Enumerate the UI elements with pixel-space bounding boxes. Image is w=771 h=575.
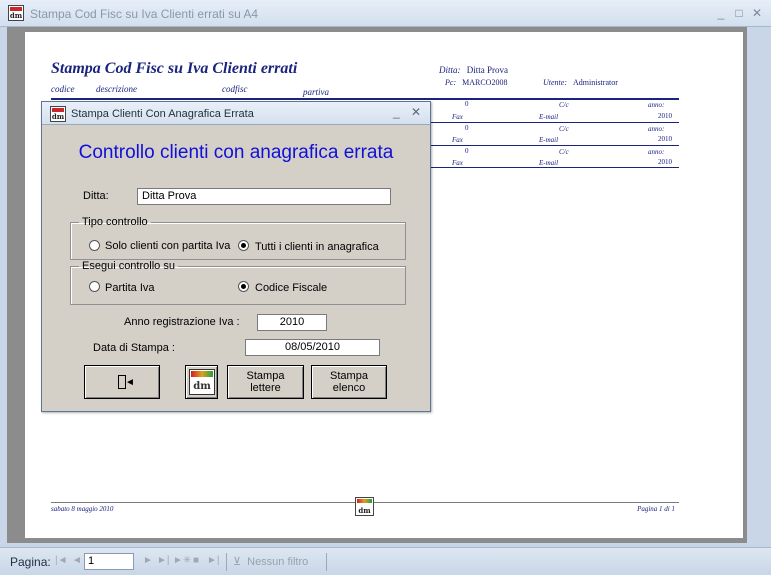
- maximize-button[interactable]: □: [730, 4, 748, 22]
- row-fax: Fax: [452, 136, 463, 144]
- header-divider: [51, 98, 679, 100]
- data-stampa-label: Data di Stampa :: [93, 342, 175, 354]
- column-header-codfisc: codfisc: [222, 84, 248, 94]
- end-button[interactable]: ►|: [207, 555, 220, 566]
- data-stampa-field[interactable]: 08/05/2010: [245, 339, 380, 356]
- dialog-close-button[interactable]: ✕: [411, 105, 421, 119]
- utente-meta: Utente: Administrator: [543, 78, 618, 87]
- anno-registrazione-field[interactable]: 2010: [257, 314, 327, 331]
- first-page-button[interactable]: |◄: [55, 555, 68, 566]
- radio-codice-fiscale-label[interactable]: Codice Fiscale: [255, 282, 327, 294]
- statusbar-separator: [326, 553, 327, 571]
- row-value: 0: [465, 124, 469, 132]
- radio-partita-iva[interactable]: [89, 281, 100, 292]
- row-year: 2010: [658, 112, 672, 120]
- column-header-codice: codice: [51, 84, 75, 94]
- column-header-partiva: partiva: [303, 87, 329, 97]
- row-divider: [431, 145, 679, 146]
- radio-tutti-clienti-label[interactable]: Tutti i clienti in anagrafica: [255, 241, 379, 253]
- exit-button[interactable]: ◄: [84, 365, 160, 399]
- row-cc: C/c: [559, 148, 569, 156]
- ditta-meta: Ditta: Ditta Prova: [439, 65, 508, 75]
- row-cc: C/c: [559, 101, 569, 109]
- clienti-anagrafica-dialog: dm Stampa Clienti Con Anagrafica Errata …: [41, 101, 431, 412]
- statusbar-separator: [226, 553, 227, 571]
- exit-door-icon: ◄: [116, 374, 135, 391]
- radio-solo-partita-iva-label[interactable]: Solo clienti con partita Iva: [105, 240, 230, 252]
- close-button[interactable]: ✕: [748, 4, 766, 22]
- ditta-field[interactable]: Ditta Prova: [137, 188, 391, 205]
- dialog-heading: Controllo clienti con anagrafica errata: [78, 142, 394, 163]
- tipo-controllo-group: Tipo controllo: [70, 216, 406, 260]
- page-label: Pagina:: [10, 555, 51, 569]
- ditta-label: Ditta:: [83, 190, 109, 202]
- radio-solo-partita-iva[interactable]: [89, 240, 100, 251]
- last-page-button[interactable]: ►|: [157, 555, 170, 566]
- dialog-minimize-button[interactable]: _: [393, 105, 400, 119]
- tipo-controllo-legend: Tipo controllo: [82, 216, 148, 228]
- stop-button[interactable]: ■: [193, 555, 199, 566]
- row-email: E-mail: [539, 136, 559, 144]
- filter-status[interactable]: ⊻ Nessun filtro: [233, 555, 308, 568]
- column-header-descrizione: descrizione: [96, 84, 137, 94]
- app-logo-icon: dm: [189, 369, 215, 395]
- dialog-title-bar: dm Stampa Clienti Con Anagrafica Errata …: [42, 102, 430, 125]
- row-value: 0: [465, 147, 469, 155]
- row-anno-label: anno:: [648, 101, 665, 109]
- row-divider: [431, 122, 679, 123]
- previous-page-button[interactable]: ◄: [72, 555, 82, 566]
- row-year: 2010: [658, 135, 672, 143]
- minimize-button[interactable]: _: [712, 4, 730, 22]
- funnel-icon: ⊻: [233, 556, 242, 568]
- new-record-button[interactable]: ►✳: [173, 555, 191, 566]
- row-year: 2010: [658, 158, 672, 166]
- row-cc: C/c: [559, 125, 569, 133]
- row-email: E-mail: [539, 159, 559, 167]
- logo-button[interactable]: dm: [185, 365, 218, 399]
- footer-logo-icon: dm: [355, 497, 374, 516]
- stampa-elenco-button[interactable]: Stampa elenco: [311, 365, 387, 399]
- footer-page-number: Pagina 1 di 1: [637, 505, 675, 513]
- row-anno-label: anno:: [648, 125, 665, 133]
- window-title: Stampa Cod Fisc su Iva Clienti errati su…: [30, 7, 259, 21]
- radio-tutti-clienti[interactable]: [238, 240, 249, 251]
- row-value: 0: [465, 100, 469, 108]
- row-email: E-mail: [539, 113, 559, 121]
- radio-partita-iva-label[interactable]: Partita Iva: [105, 282, 155, 294]
- record-navigation-bar: Pagina: |◄ ◄ 1 ► ►| ►✳ ■ ►| ⊻ Nessun fil…: [0, 547, 771, 575]
- row-anno-label: anno:: [648, 148, 665, 156]
- row-divider: [431, 167, 679, 168]
- stampa-lettere-button[interactable]: Stampa lettere: [227, 365, 304, 399]
- row-fax: Fax: [452, 159, 463, 167]
- pc-meta: Pc: MARCO2008: [445, 78, 508, 87]
- next-page-button[interactable]: ►: [143, 555, 153, 566]
- dialog-title: Stampa Clienti Con Anagrafica Errata: [71, 108, 254, 120]
- row-fax: Fax: [452, 113, 463, 121]
- anno-registrazione-label: Anno registrazione Iva :: [124, 316, 240, 328]
- radio-codice-fiscale[interactable]: [238, 281, 249, 292]
- page-number-input[interactable]: 1: [84, 553, 134, 570]
- report-title: Stampa Cod Fisc su Iva Clienti errati: [51, 60, 298, 77]
- esegui-controllo-legend: Esegui controllo su: [82, 260, 175, 272]
- app-logo-icon: dm: [8, 5, 24, 21]
- footer-date: sabato 8 maggio 2010: [51, 505, 114, 513]
- dialog-app-icon: dm: [50, 106, 66, 122]
- main-title-bar: dm Stampa Cod Fisc su Iva Clienti errati…: [0, 0, 771, 27]
